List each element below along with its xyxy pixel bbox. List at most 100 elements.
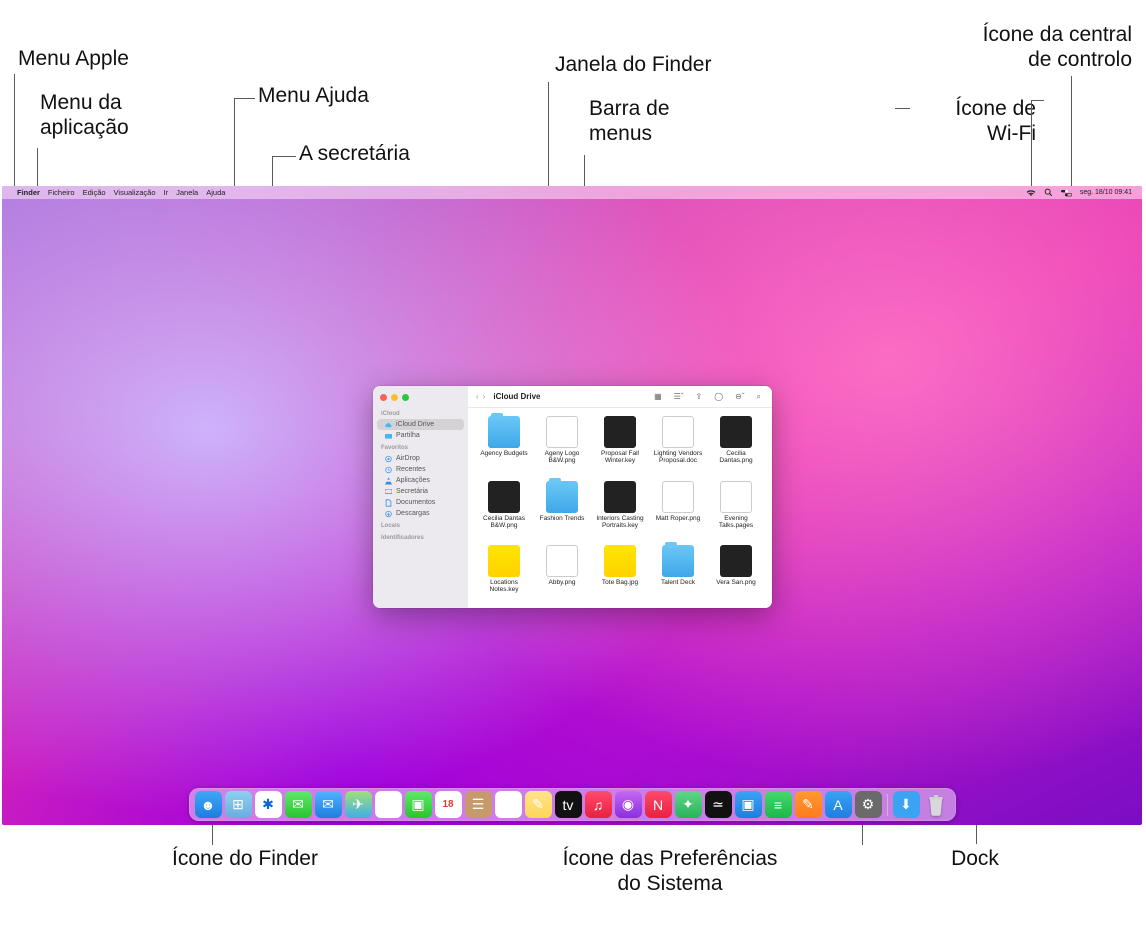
file-thumbnail: [604, 545, 636, 577]
dock-contacts-icon[interactable]: ☰: [465, 791, 492, 818]
dock-downloads-icon[interactable]: ⬇: [893, 791, 920, 818]
file-thumbnail: [546, 545, 578, 577]
dock-facetime-icon[interactable]: ▣: [405, 791, 432, 818]
chevron-left-icon[interactable]: ‹: [476, 392, 479, 401]
dock-podcasts-icon[interactable]: ◉: [615, 791, 642, 818]
folder-icon: [385, 432, 392, 439]
dock-messages-icon[interactable]: ✉: [285, 791, 312, 818]
dock-calendar-icon[interactable]: 18: [435, 791, 462, 818]
dock-maps-icon[interactable]: ✈: [345, 791, 372, 818]
file-item[interactable]: Ageny Logo B&W.png: [536, 416, 588, 475]
file-name: Fashion Trends: [536, 515, 588, 522]
sidebar-item-label: Partilha: [396, 432, 420, 439]
sidebar-item-partilha[interactable]: Partilha: [377, 430, 464, 441]
menu-ir[interactable]: Ir: [160, 188, 173, 197]
file-name: Cecilia Dantas B&W.png: [478, 515, 530, 529]
menu-edicao[interactable]: Edição: [79, 188, 110, 197]
file-name: Abby.png: [536, 579, 588, 586]
file-item[interactable]: Cecilia Dantas B&W.png: [478, 481, 530, 540]
sidebar-item-secretaria[interactable]: Secretária: [377, 486, 464, 497]
dock-finder-icon[interactable]: ☻: [195, 791, 222, 818]
file-item[interactable]: Matt Roper.png: [652, 481, 704, 540]
menu-janela[interactable]: Janela: [172, 188, 202, 197]
tag-icon[interactable]: ◯: [711, 392, 726, 401]
label-finder-window: Janela do Finder: [555, 52, 711, 77]
menubar-datetime[interactable]: seg. 18/10 09:41: [1076, 189, 1136, 196]
file-item[interactable]: Vera San.png: [710, 545, 762, 604]
finder-window[interactable]: iCloud iCloud Drive Partilha Favoritos A…: [373, 386, 772, 608]
view-grid-icon[interactable]: ▦: [651, 392, 665, 401]
sidebar-item-label: Descargas: [396, 510, 429, 517]
sidebar-item-aplicacoes[interactable]: Aplicações: [377, 475, 464, 486]
label-desktop: A secretária: [299, 141, 410, 166]
file-item[interactable]: Lighting Vendors Proposal.doc: [652, 416, 704, 475]
file-thumbnail: [720, 481, 752, 513]
dock-notes-icon[interactable]: ✎: [525, 791, 552, 818]
group-icon[interactable]: ☰ˇ: [671, 392, 687, 401]
dock-photos-icon[interactable]: ✿: [375, 791, 402, 818]
dock-reminders-icon[interactable]: ≣: [495, 791, 522, 818]
dock-sysprefs-icon[interactable]: ⚙: [855, 791, 882, 818]
file-item[interactable]: Tote Bag.jpg: [594, 545, 646, 604]
file-item[interactable]: Abby.png: [536, 545, 588, 604]
nav-back-forward[interactable]: ‹ ›: [476, 392, 485, 401]
file-thumbnail: [720, 545, 752, 577]
dock-stocks-icon[interactable]: ≃: [705, 791, 732, 818]
desktop-icon: [385, 488, 392, 495]
sidebar-item-airdrop[interactable]: AirDrop: [377, 453, 464, 464]
apps-icon: [385, 477, 392, 484]
dock-numbers-icon[interactable]: ≡: [765, 791, 792, 818]
menu-ficheiro[interactable]: Ficheiro: [44, 188, 79, 197]
file-thumbnail: [662, 545, 694, 577]
sidebar-section-identificadores: Identificadores: [373, 531, 468, 543]
dock-keynote-icon[interactable]: ▣: [735, 791, 762, 818]
label-sysprefs-icon: Ícone das Preferênciasdo Sistema: [520, 846, 820, 896]
file-item[interactable]: Locations Notes.key: [478, 545, 530, 604]
sidebar-item-icloud-drive[interactable]: iCloud Drive: [377, 419, 464, 430]
app-menu-finder[interactable]: Finder: [13, 188, 44, 197]
sidebar-item-descargas[interactable]: Descargas: [377, 508, 464, 519]
zoom-icon[interactable]: [402, 394, 409, 401]
share-icon[interactable]: ⇪: [692, 392, 705, 401]
file-item[interactable]: Interiors Casting Portraits.key: [594, 481, 646, 540]
dock-launchpad-icon[interactable]: ⊞: [225, 791, 252, 818]
airdrop-icon: [385, 455, 392, 462]
finder-main: ‹ › iCloud Drive ▦ ☰ˇ ⇪ ◯ ⊖ˇ ⌕ Agency Bu…: [468, 386, 772, 608]
file-thumbnail: [488, 481, 520, 513]
dock-mail-icon[interactable]: ✉: [315, 791, 342, 818]
file-item[interactable]: Talent Deck: [652, 545, 704, 604]
action-icon[interactable]: ⊖ˇ: [732, 392, 747, 401]
file-name: Interiors Casting Portraits.key: [594, 515, 646, 529]
chevron-right-icon[interactable]: ›: [483, 392, 486, 401]
control-center-icon[interactable]: [1057, 189, 1076, 197]
dock: ☻⊞✱✉✉✈✿▣18☰≣✎tv♫◉N✦≃▣≡✎A⚙⬇: [189, 788, 956, 821]
sidebar-item-recentes[interactable]: Recentes: [377, 464, 464, 475]
search-icon[interactable]: ⌕: [754, 392, 764, 402]
file-name: Agency Budgets: [478, 450, 530, 457]
dock-tv-icon[interactable]: tv: [555, 791, 582, 818]
close-icon[interactable]: [380, 394, 387, 401]
dock-news-icon[interactable]: N: [645, 791, 672, 818]
dock-music-icon[interactable]: ♫: [585, 791, 612, 818]
menu-bar: Finder Ficheiro Edição Visualização Ir J…: [2, 186, 1142, 199]
wifi-icon[interactable]: [1022, 189, 1040, 197]
file-item[interactable]: Agency Budgets: [478, 416, 530, 475]
spotlight-icon[interactable]: [1040, 188, 1057, 197]
sidebar-section-locais: Locais: [373, 519, 468, 531]
dock-books-icon[interactable]: ✦: [675, 791, 702, 818]
dock-trash-icon[interactable]: [923, 791, 950, 818]
dock-pages-icon[interactable]: ✎: [795, 791, 822, 818]
file-item[interactable]: Cecilia Dantas.png: [710, 416, 762, 475]
file-item[interactable]: Fashion Trends: [536, 481, 588, 540]
downloads-icon: [385, 510, 392, 517]
sidebar-item-documentos[interactable]: Documentos: [377, 497, 464, 508]
file-item[interactable]: Proposal Fall Winter.key: [594, 416, 646, 475]
window-controls[interactable]: [373, 392, 468, 407]
menu-ajuda[interactable]: Ajuda: [202, 188, 229, 197]
file-item[interactable]: Evening Talks.pages: [710, 481, 762, 540]
dock-safari-icon[interactable]: ✱: [255, 791, 282, 818]
file-thumbnail: [604, 416, 636, 448]
menu-visualizacao[interactable]: Visualização: [110, 188, 160, 197]
minimize-icon[interactable]: [391, 394, 398, 401]
dock-appstore-icon[interactable]: A: [825, 791, 852, 818]
